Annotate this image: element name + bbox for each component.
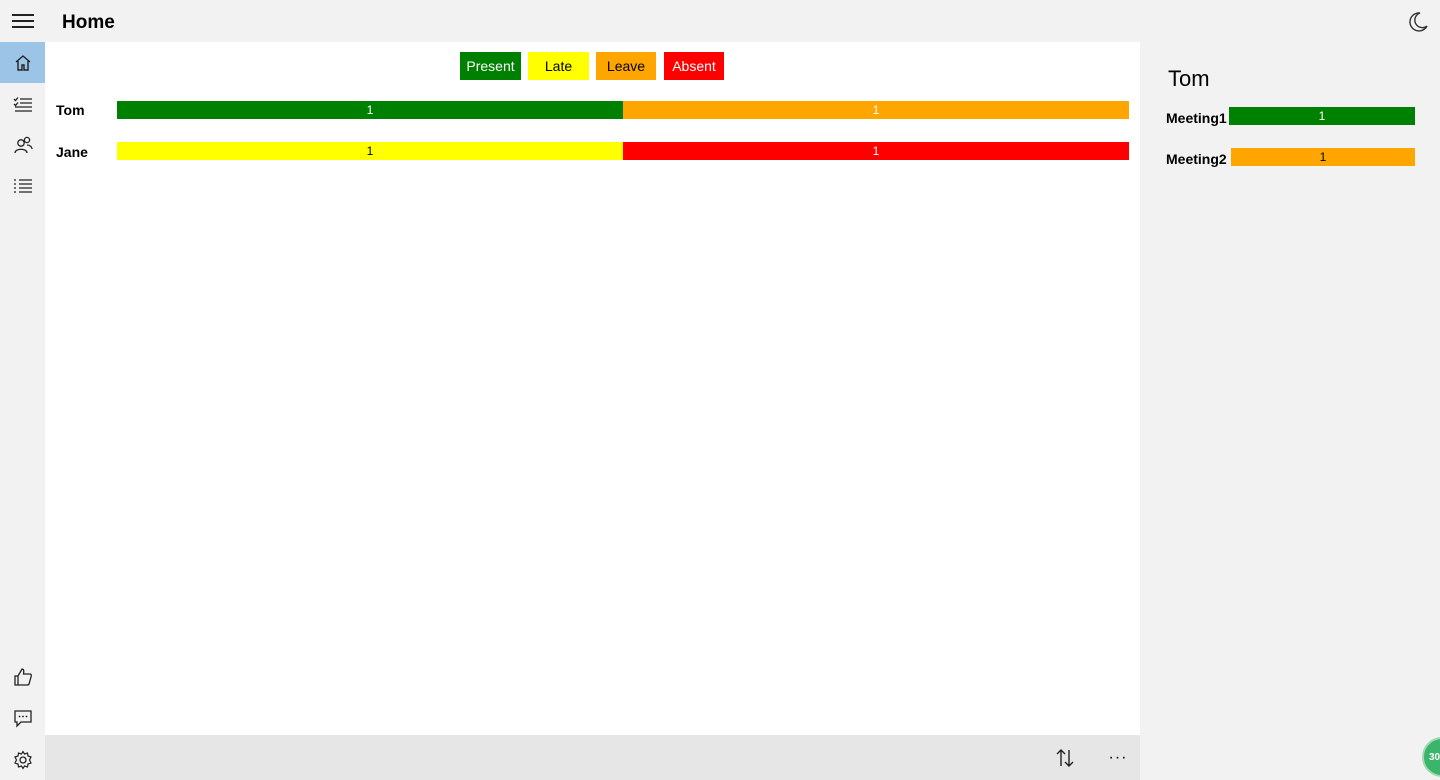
meeting-bar-1[interactable]: 1 [1229,107,1415,125]
bar-jane-absent[interactable]: 1 [623,142,1129,160]
legend-leave[interactable]: Leave [596,52,656,80]
legend-absent[interactable]: Absent [664,52,724,80]
legend-present[interactable]: Present [460,52,521,80]
home-icon [15,54,30,71]
bar-jane-late[interactable]: 1 [117,142,623,160]
legend-late[interactable]: Late [528,52,589,80]
meeting-label-2: Meeting2 [1166,151,1227,167]
nav-list[interactable] [0,165,45,206]
nav-checklist[interactable] [0,83,45,124]
hamburger-menu-button[interactable] [0,0,45,42]
dark-mode-toggle[interactable] [1406,10,1430,34]
thumbs-up-icon [13,667,32,686]
moon-icon [1409,12,1428,32]
feedback-icon [13,709,32,728]
bar-tom-present[interactable]: 1 [117,101,623,119]
hamburger-icon [11,14,34,28]
sort-icon [1056,749,1074,767]
settings-icon [13,749,32,770]
meeting-label-1: Meeting1 [1166,110,1227,126]
nav-rate[interactable] [0,656,45,697]
bar-tom-leave[interactable]: 1 [623,101,1129,119]
more-options-button[interactable]: ··· [1103,743,1133,773]
checklist-icon [13,96,32,112]
detail-title: Tom [1168,66,1210,91]
detail-panel: Tom Meeting1 1 Meeting2 1 [1140,42,1440,780]
title-bar: Home [0,0,1440,42]
sort-button[interactable] [1050,743,1080,773]
sidebar [0,42,45,780]
row-label-tom: Tom [56,102,85,118]
nav-people[interactable] [0,124,45,165]
bottom-app-bar: ··· [45,735,1140,780]
list-icon [13,178,32,193]
status-legend: Present Late Leave Absent [45,52,1140,80]
page-title: Home [62,12,115,33]
meeting-bar-2[interactable]: 1 [1231,148,1415,166]
people-icon [13,136,33,153]
row-label-jane: Jane [56,144,88,160]
nav-feedback[interactable] [0,697,45,738]
nav-settings[interactable] [0,739,45,780]
nav-home[interactable] [0,42,45,83]
main-content: Present Late Leave Absent Tom 1 1 Jane 1… [45,42,1140,735]
